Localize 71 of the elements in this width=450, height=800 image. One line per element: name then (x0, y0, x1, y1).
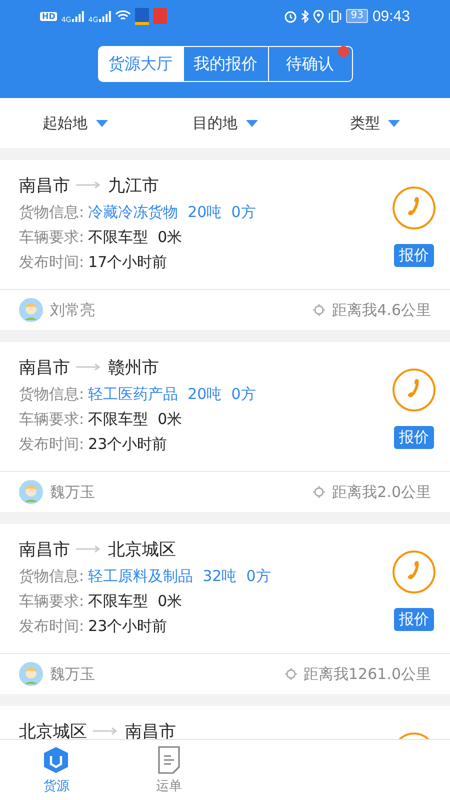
avatar-icon (19, 298, 43, 322)
cargo-info: 轻工原料及制品 32吨 0方 (88, 567, 271, 585)
destination-city: 北京城区 (108, 538, 176, 560)
cargo-info: 轻工医药产品 20吨 0方 (88, 385, 256, 403)
cargo-info: 冷藏冷冻货物 20吨 0方 (88, 203, 256, 221)
shipper-name: 刘常亮 (50, 300, 95, 320)
phone-call-button[interactable] (392, 186, 436, 230)
vehicle-requirement: 不限车型 0米 (88, 592, 182, 610)
hd-icon: HD (40, 12, 58, 20)
arrow-icon (76, 545, 102, 553)
wifi-icon (115, 10, 132, 22)
origin-city: 北京城区 (19, 720, 87, 739)
segment-tab[interactable]: 货源大厅 (98, 47, 182, 81)
listing-card[interactable]: 南昌市 九江市 货物信息: 冷藏冷冻货物 20吨 0方 车辆要求: 不限车型 0米 发布时间: 17个小时前 报价 刘常亮 距离我4.6公里 (0, 160, 450, 330)
origin-city: 南昌市 (19, 174, 70, 196)
field-label: 发布时间: (19, 253, 84, 271)
listing-card[interactable]: 南昌市 北京城区 货物信息: 轻工原料及制品 32吨 0方 车辆要求: 不限车型 0米 发布时间: 23个小时前 报价 魏万玉 距离我1261.0公里 (0, 524, 450, 694)
listing-card[interactable]: 北京城区 南昌市 (0, 706, 450, 739)
arrow-icon (93, 727, 119, 735)
field-label: 车辆要求: (19, 410, 84, 428)
field-label: 货物信息: (19, 203, 84, 221)
caret-icon (96, 120, 108, 126)
app-icon (153, 8, 168, 24)
location-target-icon (313, 304, 326, 316)
avatar-icon (19, 480, 43, 504)
cube-icon (43, 746, 70, 774)
phone-call-button[interactable] (392, 368, 436, 412)
signal-icon (72, 10, 84, 22)
battery-level: 93 (346, 9, 368, 23)
destination-city: 九江市 (108, 174, 159, 196)
signal-icon (99, 10, 112, 22)
field-label: 货物信息: (19, 567, 84, 585)
status-time: 09:43 (372, 8, 410, 24)
quote-button[interactable]: 报价 (394, 426, 434, 449)
arrow-icon (76, 363, 102, 371)
app-icon (135, 8, 150, 24)
quote-button[interactable]: 报价 (394, 608, 434, 631)
document-icon (156, 746, 182, 774)
origin-city: 南昌市 (19, 538, 70, 560)
distance-text: 距离我4.6公里 (332, 300, 431, 320)
location-target-icon (313, 486, 326, 498)
location-icon (312, 10, 324, 22)
destination-city: 赣州市 (108, 356, 159, 378)
vehicle-requirement: 不限车型 0米 (88, 228, 182, 246)
shipper-name: 魏万玉 (50, 482, 95, 502)
field-label: 车辆要求: (19, 228, 84, 246)
listing-card[interactable]: 南昌市 赣州市 货物信息: 轻工医药产品 20吨 0方 车辆要求: 不限车型 0米 发布时间: 23个小时前 报价 魏万玉 距离我2.0公里 (0, 342, 450, 512)
field-label: 车辆要求: (19, 592, 84, 610)
distance-text: 距离我1261.0公里 (304, 664, 431, 684)
location-target-icon (284, 668, 296, 680)
avatar-icon (19, 662, 43, 686)
quote-button[interactable]: 报价 (394, 244, 434, 267)
arrow-icon (76, 181, 102, 189)
shipper-name: 魏万玉 (50, 664, 95, 684)
vibrate-icon (328, 10, 342, 22)
segment-tab[interactable]: 我的报价 (182, 47, 268, 81)
phone-call-button[interactable] (392, 550, 436, 594)
distance-text: 距离我2.0公里 (332, 482, 431, 502)
destination-city: 南昌市 (125, 720, 176, 739)
origin-city: 南昌市 (19, 356, 70, 378)
field-label: 发布时间: (19, 617, 84, 635)
caret-icon (388, 120, 400, 126)
alarm-icon (284, 10, 297, 22)
publish-time: 23个小时前 (88, 617, 168, 635)
bluetooth-icon (300, 10, 309, 22)
field-label: 货物信息: (19, 385, 84, 403)
vehicle-requirement: 不限车型 0米 (88, 410, 182, 428)
caret-icon (246, 120, 258, 126)
publish-time: 17个小时前 (88, 253, 168, 271)
publish-time: 23个小时前 (88, 435, 168, 453)
field-label: 发布时间: (19, 435, 84, 453)
